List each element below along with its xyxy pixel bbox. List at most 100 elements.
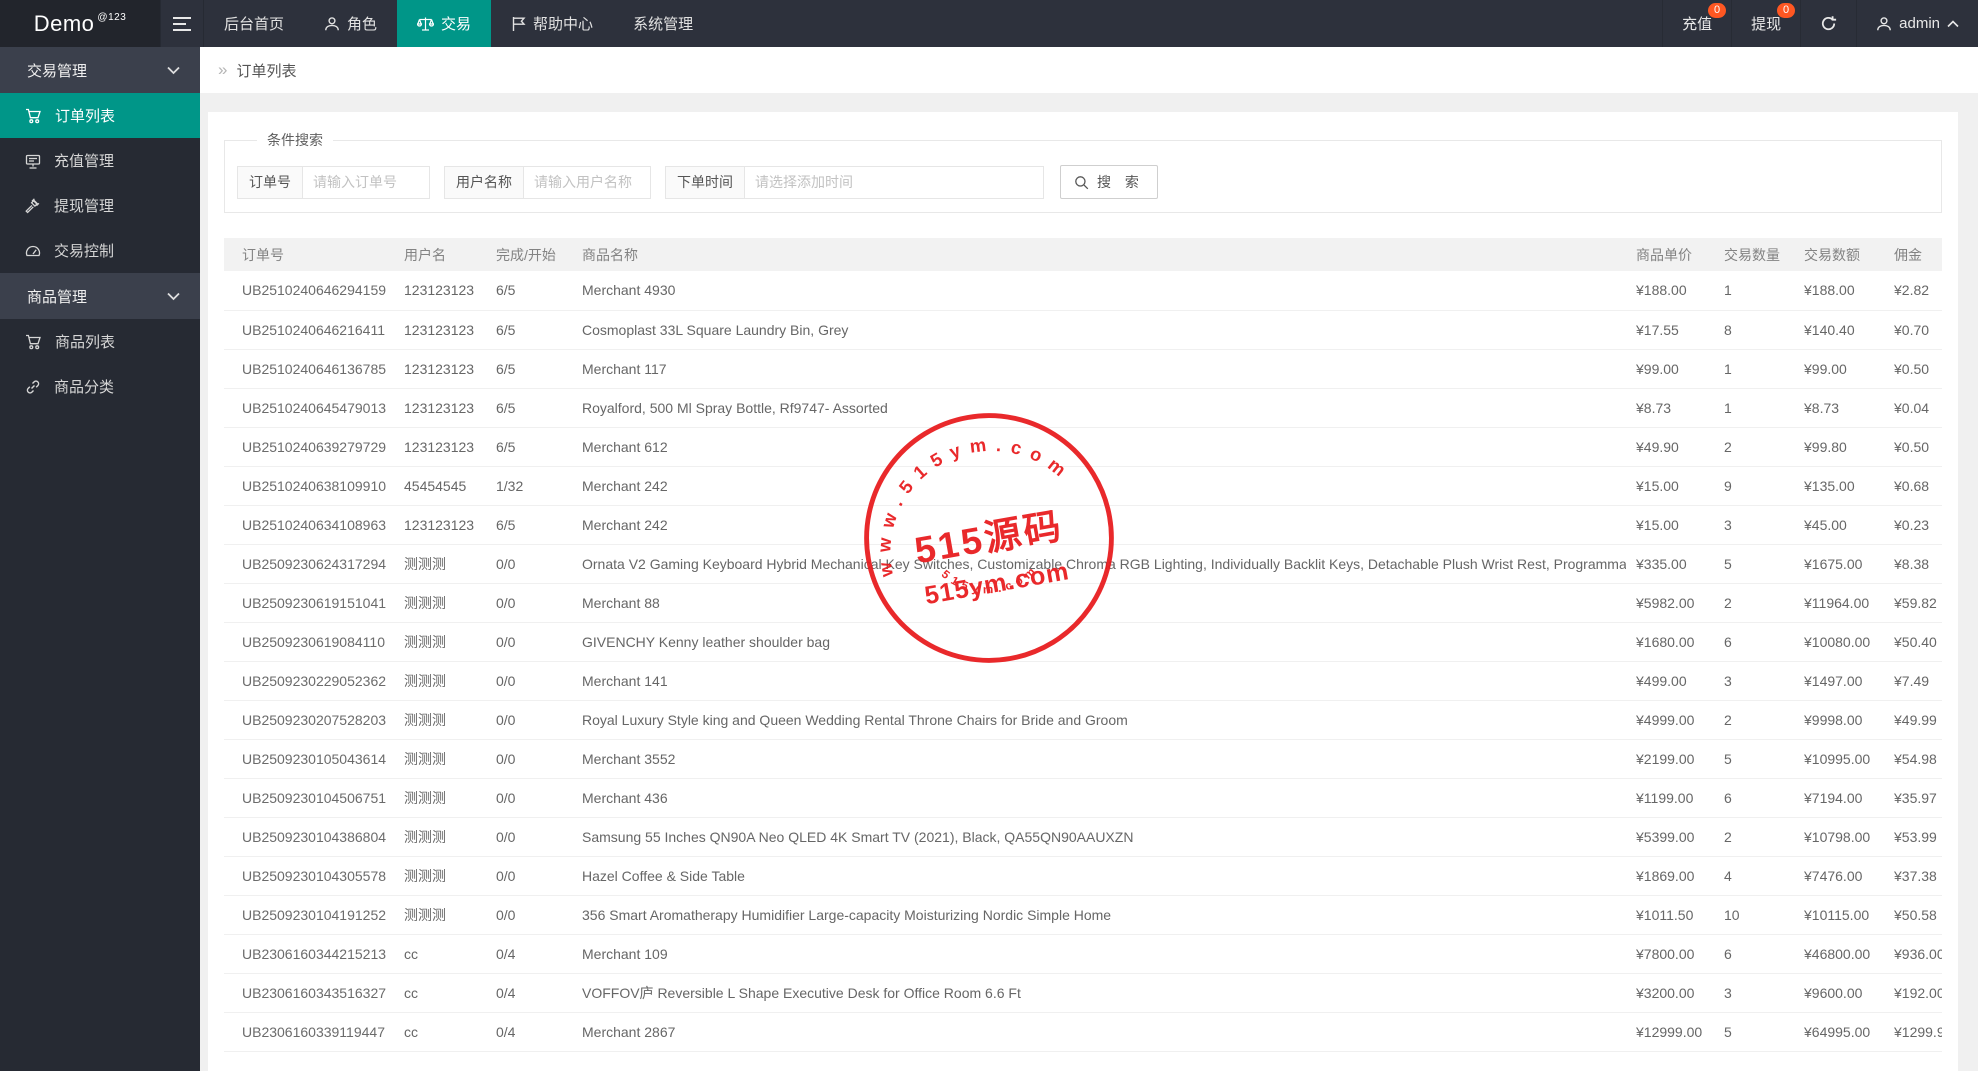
- table-cell: ¥1199.00: [1626, 778, 1714, 818]
- table-cell: UB2509230104191252: [224, 895, 394, 935]
- cart-icon: [25, 108, 42, 124]
- table-cell: ¥0.70: [1884, 310, 1942, 350]
- username-input[interactable]: [523, 165, 651, 199]
- table-cell: UB2510240638109910: [224, 466, 394, 506]
- table-cell: ¥0.50: [1884, 349, 1942, 389]
- field-label: 下单时间: [665, 165, 744, 199]
- table-cell: ¥8.38: [1884, 544, 1942, 584]
- sidebar-item-1-3[interactable]: 提现管理: [0, 183, 200, 228]
- app-logo-sup: @123: [97, 12, 127, 23]
- table-header-cell: 交易数额: [1794, 238, 1884, 271]
- refresh-icon: [1820, 15, 1837, 32]
- table-cell: Merchant 612: [572, 427, 1626, 467]
- table-cell: ¥7194.00: [1794, 778, 1884, 818]
- table-row: UB2510240645479013 123123123 6/5 Royalford,…: [224, 388, 1942, 428]
- table-cell: 356 Smart Aromatherapy Humidifier Large-…: [572, 895, 1626, 935]
- sidebar-item-1-1[interactable]: 订单列表: [0, 93, 200, 138]
- table-cell: Merchant 436: [572, 778, 1626, 818]
- table-row: UB2509230207528203 测测测 0/0 Royal Luxury Sty…: [224, 700, 1942, 740]
- table-cell: ¥99.80: [1794, 427, 1884, 467]
- sidebar-group-label: 交易管理: [27, 62, 88, 80]
- table-cell: 1: [1714, 271, 1794, 311]
- sidebar-item-2-1[interactable]: 商品列表: [0, 319, 200, 364]
- table-body: UB2510240646294159 123123123 6/5 Merchant 4…: [224, 271, 1942, 1052]
- table-cell: cc: [394, 973, 486, 1013]
- table-cell: 45454545: [394, 466, 486, 506]
- action-label: 充值: [1682, 16, 1713, 33]
- table-cell: ¥15.00: [1626, 505, 1714, 545]
- breadcrumb-chevrons-icon: »: [218, 60, 228, 79]
- menu-toggle-button[interactable]: [160, 0, 204, 47]
- table-cell: ¥0.68: [1884, 466, 1942, 506]
- user-name: admin: [1899, 15, 1940, 32]
- table-row: UB2509230104305578 测测测 0/0 Hazel Coffee & S…: [224, 856, 1942, 896]
- order-time-input[interactable]: [744, 165, 1044, 199]
- sidebar-item-1-4[interactable]: 交易控制: [0, 228, 200, 273]
- link-icon: [25, 379, 41, 395]
- search-button[interactable]: 搜 索: [1060, 165, 1158, 199]
- topnav-item-2[interactable]: 角色: [304, 0, 397, 47]
- topnav-item-label: 角色: [347, 16, 378, 33]
- table-cell: ¥499.00: [1626, 661, 1714, 701]
- table-cell: Merchant 141: [572, 661, 1626, 701]
- table-cell: 123123123: [394, 388, 486, 428]
- table-cell: 0/0: [486, 856, 572, 896]
- recharge-button[interactable]: 充值 0: [1662, 0, 1731, 47]
- table-cell: 1: [1714, 388, 1794, 428]
- table-cell: ¥936.00: [1884, 934, 1942, 974]
- refresh-button[interactable]: [1800, 0, 1856, 47]
- table-cell: UB2509230619084110: [224, 622, 394, 662]
- table-cell: 测测测: [394, 817, 486, 857]
- table-cell: Hazel Coffee & Side Table: [572, 856, 1626, 896]
- table-cell: 5: [1714, 544, 1794, 584]
- user-menu[interactable]: admin: [1856, 0, 1978, 47]
- table-cell: 123123123: [394, 271, 486, 311]
- table-cell: 0/0: [486, 817, 572, 857]
- table-cell: ¥50.40: [1884, 622, 1942, 662]
- table-cell: Samsung 55 Inches QN90A Neo QLED 4K Smar…: [572, 817, 1626, 857]
- table-header-cell: 商品名称: [572, 238, 1626, 271]
- table-cell: ¥12999.00: [1626, 1012, 1714, 1052]
- table-cell: UB2510240646294159: [224, 271, 394, 311]
- topnav-item-5[interactable]: 系统管理: [613, 0, 713, 47]
- table-header-cell: 交易数量: [1714, 238, 1794, 271]
- search-icon: [1074, 175, 1089, 190]
- table-cell: ¥49.90: [1626, 427, 1714, 467]
- table-cell: ¥9998.00: [1794, 700, 1884, 740]
- table-cell: ¥1675.00: [1794, 544, 1884, 584]
- table-cell: ¥3200.00: [1626, 973, 1714, 1013]
- table-cell: Cosmoplast 33L Square Laundry Bin, Grey: [572, 310, 1626, 350]
- order-time-field: 下单时间: [665, 165, 1044, 199]
- table-cell: Ornata V2 Gaming Keyboard Hybrid Mechani…: [572, 544, 1626, 584]
- sidebar-group-2[interactable]: 商品管理: [0, 273, 200, 319]
- table-cell: ¥10115.00: [1794, 895, 1884, 935]
- user-icon: [324, 16, 340, 32]
- topnav-item-4[interactable]: 帮助中心: [491, 0, 613, 47]
- topnav-item-3[interactable]: 交易: [397, 0, 492, 47]
- sidebar-item-1-2[interactable]: 充值管理: [0, 138, 200, 183]
- table-cell: cc: [394, 1012, 486, 1052]
- table-row: UB2510240646216411 123123123 6/5 Cosmoplast…: [224, 310, 1942, 350]
- sidebar-group-1[interactable]: 交易管理: [0, 47, 200, 93]
- table-row: UB2509230619151041 测测测 0/0 Merchant 88 ¥5982…: [224, 583, 1942, 623]
- table-cell: ¥0.50: [1884, 427, 1942, 467]
- sidebar-item-2-2[interactable]: 商品分类: [0, 364, 200, 409]
- breadcrumb: » 订单列表: [200, 47, 1978, 93]
- table-cell: 1/32: [486, 466, 572, 506]
- table-row: UB2509230104191252 测测测 0/0 356 Smart Aromat…: [224, 895, 1942, 935]
- topnav-item-1[interactable]: 后台首页: [204, 0, 304, 47]
- table-cell: 测测测: [394, 544, 486, 584]
- table-cell: ¥49.99: [1884, 700, 1942, 740]
- withdraw-button[interactable]: 提现 0: [1731, 0, 1800, 47]
- table-row: UB2509230229052362 测测测 0/0 Merchant 141 ¥499…: [224, 661, 1942, 701]
- table-cell: Merchant 117: [572, 349, 1626, 389]
- orders-table-wrap: 订单号 用户名 完成/开始 商品名称 商品单价 交易数量 交易数额 佣金 UB25102406…: [224, 238, 1942, 1052]
- table-cell: Merchant 242: [572, 505, 1626, 545]
- table-cell: ¥8.73: [1794, 388, 1884, 428]
- order-no-input[interactable]: [302, 165, 430, 199]
- top-nav: 后台首页 角色 交易 帮助中心 系统管理: [204, 0, 713, 47]
- notification-badge: 0: [1708, 3, 1727, 18]
- table-cell: Merchant 109: [572, 934, 1626, 974]
- table-cell: UB2306160344215213: [224, 934, 394, 974]
- cart-icon: [25, 334, 42, 350]
